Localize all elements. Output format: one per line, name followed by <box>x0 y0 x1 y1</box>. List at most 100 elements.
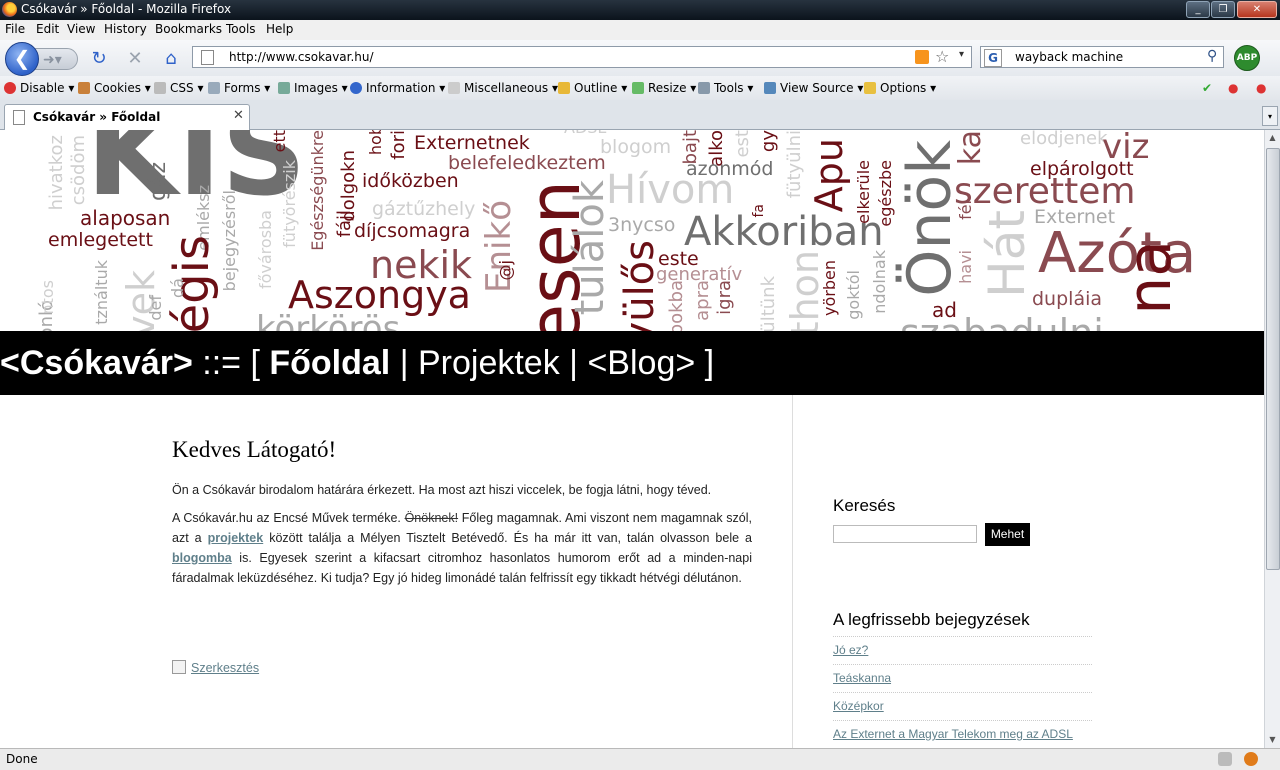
page-icon <box>201 50 214 65</box>
firefox-icon <box>2 2 17 17</box>
dev-images[interactable]: Images ▾ <box>278 81 348 95</box>
tab-label: Csókavár » Főoldal <box>33 110 161 124</box>
edit-link-row: Szerkesztés <box>172 660 259 675</box>
cloud-word: egészbe <box>876 160 895 227</box>
tab-strip: Csókavár » Főoldal ✕ <box>0 100 1280 130</box>
cloud-word: dolgokn <box>338 150 359 222</box>
adblock-plus-icon[interactable]: ABP <box>1234 45 1260 71</box>
search-bar[interactable]: G wayback machine ⚲ <box>980 46 1224 68</box>
recent-post-link[interactable]: Jó ez? <box>833 643 868 657</box>
cloud-word: @j <box>496 260 515 281</box>
dev-forms[interactable]: Forms ▾ <box>208 81 270 95</box>
dev-tools[interactable]: Tools ▾ <box>698 81 753 95</box>
header-sep: | <box>559 344 588 382</box>
cloud-word: bejegyzésről <box>220 190 239 292</box>
scrollbar-thumb[interactable] <box>1266 148 1280 570</box>
cloud-word: dupláia <box>1032 288 1103 310</box>
cloud-word: igra <box>714 280 735 315</box>
search-icon[interactable]: ⚲ <box>1207 48 1217 64</box>
search-submit-button[interactable]: Mehet <box>985 523 1030 546</box>
forward-button[interactable]: ➜▾ <box>34 48 78 70</box>
cloud-word: tulálok <box>567 180 613 316</box>
dev-cookies[interactable]: Cookies ▾ <box>78 81 151 95</box>
recent-post-link[interactable]: Középkor <box>833 699 884 713</box>
cloud-word: dá <box>168 278 187 298</box>
forms-icon <box>208 82 220 94</box>
page-scrollbar[interactable]: ▲ ▼ <box>1264 130 1280 748</box>
minimize-button[interactable]: _ <box>1186 1 1210 18</box>
recent-post-link[interactable]: Teáskanna <box>833 671 891 685</box>
cloud-word: Egészségünkre <box>308 130 327 251</box>
recent-post-link[interactable]: Az Externet a Magyar Telekom meg az ADSL <box>833 727 1073 741</box>
dev-options[interactable]: Options ▾ <box>864 81 936 95</box>
cloud-word: ADSL <box>564 130 606 136</box>
dev-outline[interactable]: Outline ▾ <box>558 81 627 95</box>
js-error-icon[interactable]: ● <box>1256 81 1266 95</box>
cloud-word: gáztűzhely <box>372 198 476 220</box>
tab-list-button[interactable]: ▾ <box>1262 106 1278 126</box>
search-bar-text[interactable]: wayback machine <box>1015 50 1123 64</box>
dev-css[interactable]: CSS ▾ <box>154 81 203 95</box>
cloud-word: bokba <box>666 280 687 331</box>
menu-help[interactable]: Help <box>266 22 293 36</box>
url-dropdown-icon[interactable]: ▾ <box>959 49 964 60</box>
cloud-word: ndolnak <box>870 250 889 314</box>
header-sep: | <box>390 344 418 382</box>
cloud-word: belefeledkeztem <box>448 152 606 174</box>
edit-link[interactable]: Szerkesztés <box>191 661 259 675</box>
site-search-input[interactable] <box>833 525 977 543</box>
recent-posts: A legfrissebb bejegyzések Jó ez? Teáskan… <box>833 610 1092 748</box>
projects-link[interactable]: projektek <box>208 531 264 545</box>
reload-icon[interactable]: ↻ <box>88 48 110 70</box>
header-close: ] <box>695 344 715 382</box>
menu-tools[interactable]: Tools <box>226 22 256 36</box>
close-window-button[interactable]: ✕ <box>1237 1 1277 18</box>
rss-icon[interactable] <box>915 50 929 64</box>
options-icon <box>864 82 876 94</box>
dev-information[interactable]: Information ▾ <box>350 81 445 95</box>
menu-history[interactable]: History <box>104 22 147 36</box>
menu-edit[interactable]: Edit <box>36 22 59 36</box>
maximize-button[interactable]: ❐ <box>1211 1 1235 18</box>
search-heading: Keresés <box>833 496 896 515</box>
dev-view-source[interactable]: View Source ▾ <box>764 81 863 95</box>
scroll-down-icon[interactable]: ▼ <box>1265 732 1280 748</box>
bookmark-star-icon[interactable]: ☆ <box>935 47 949 66</box>
tools-icon <box>698 82 710 94</box>
google-engine-icon[interactable]: G <box>984 49 1002 67</box>
back-button[interactable]: ❮ <box>5 42 39 76</box>
cloud-word: goktól <box>844 270 863 320</box>
dev-disable[interactable]: Disable ▾ <box>4 81 74 95</box>
firebug-icon[interactable] <box>1244 752 1258 766</box>
scroll-up-icon[interactable]: ▲ <box>1265 130 1280 146</box>
css-error-icon[interactable]: ● <box>1228 81 1238 95</box>
menu-bookmarks[interactable]: Bookmarks <box>155 22 222 36</box>
menu-view[interactable]: View <box>67 22 95 36</box>
nav-projektek[interactable]: Projektek <box>418 344 560 382</box>
validation-ok-icon[interactable]: ✔ <box>1202 81 1212 95</box>
cloud-word: ültünk <box>758 276 779 331</box>
list-item: Az Externet a Magyar Telekom meg az ADSL <box>833 721 1092 748</box>
dev-resize[interactable]: Resize ▾ <box>632 81 696 95</box>
settings-gear-icon[interactable] <box>1218 752 1232 766</box>
disable-icon <box>4 82 16 94</box>
tab-active[interactable]: Csókavár » Főoldal ✕ <box>4 104 250 130</box>
site-brand[interactable]: <Csókavár> <box>0 344 193 382</box>
home-icon[interactable]: ⌂ <box>160 48 182 70</box>
tab-close-icon[interactable]: ✕ <box>233 108 244 123</box>
url-text[interactable]: http://www.csokavar.hu/ <box>229 50 374 64</box>
url-bar[interactable]: http://www.csokavar.hu/ ☆ ▾ <box>192 46 972 68</box>
cloud-word: est <box>732 130 753 158</box>
nav-blog[interactable]: <Blog> <box>587 344 695 382</box>
nav-fooldal[interactable]: Főoldal <box>269 344 390 382</box>
blog-link[interactable]: blogomba <box>172 551 232 565</box>
stop-icon[interactable]: ✕ <box>124 48 146 70</box>
cloud-word: fővárosba <box>256 210 275 290</box>
post-title: Kedves Látogató! <box>172 437 337 462</box>
dev-miscellaneous[interactable]: Miscellaneous ▾ <box>448 81 558 95</box>
cloud-word: yörben <box>820 260 839 316</box>
cloud-word: gy <box>758 130 779 153</box>
view-source-icon <box>764 82 776 94</box>
menu-file[interactable]: File <box>5 22 25 36</box>
status-bar: Done <box>0 748 1280 770</box>
